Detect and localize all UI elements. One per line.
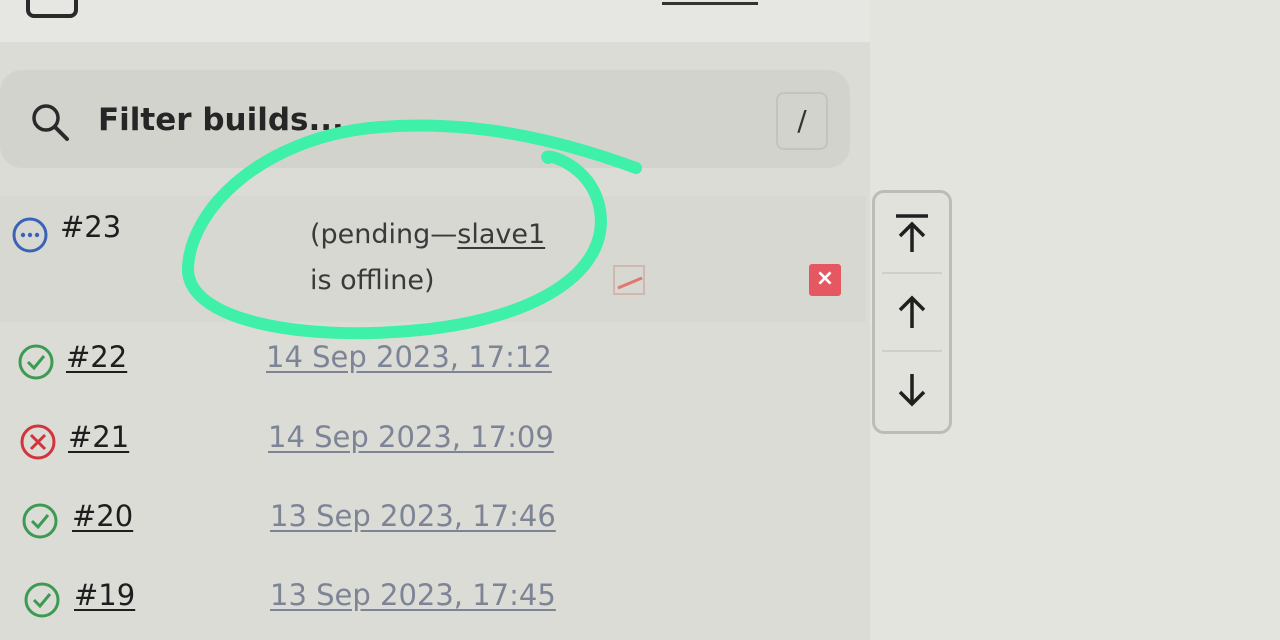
x-circle-icon [20,424,56,460]
build-number[interactable]: #23 [60,210,121,244]
cancel-icon[interactable]: × [809,264,841,296]
build-date-link[interactable]: 14 Sep 2023, 17:09 [268,420,554,454]
build-number-link[interactable]: #22 [66,340,127,374]
keyboard-shortcut-hint: / [776,92,828,150]
arrow-up-icon [898,295,926,328]
filter-builds-input[interactable] [98,102,658,138]
build-number-link[interactable]: #21 [68,420,129,454]
search-icon [32,104,69,141]
header-link[interactable] [662,0,758,5]
filter-bar [0,70,850,168]
pending-prefix: (pending— [310,219,458,250]
pending-message: (pending—slave1 is offline) [310,212,545,304]
check-circle-icon [22,503,58,539]
build-date-link[interactable]: 14 Sep 2023, 17:12 [266,340,552,374]
node-link[interactable]: slave1 [457,219,545,250]
arrow-to-top-icon [896,214,928,252]
scroll-up-button[interactable] [872,272,952,352]
check-circle-icon [18,344,54,380]
build-number-link[interactable]: #19 [74,578,135,612]
check-circle-icon [24,582,60,618]
pending-dots-icon [12,217,48,253]
pending-suffix: is offline) [310,265,435,296]
scroll-to-top-button[interactable] [872,194,952,274]
edit-icon[interactable] [612,262,650,298]
panel-header [0,0,870,42]
history-icon [26,0,78,18]
build-number-link[interactable]: #20 [72,499,133,533]
build-date-link[interactable]: 13 Sep 2023, 17:46 [270,499,556,533]
scroll-down-button[interactable] [872,350,952,430]
build-date-link[interactable]: 13 Sep 2023, 17:45 [270,578,556,612]
arrow-down-icon [898,374,926,407]
